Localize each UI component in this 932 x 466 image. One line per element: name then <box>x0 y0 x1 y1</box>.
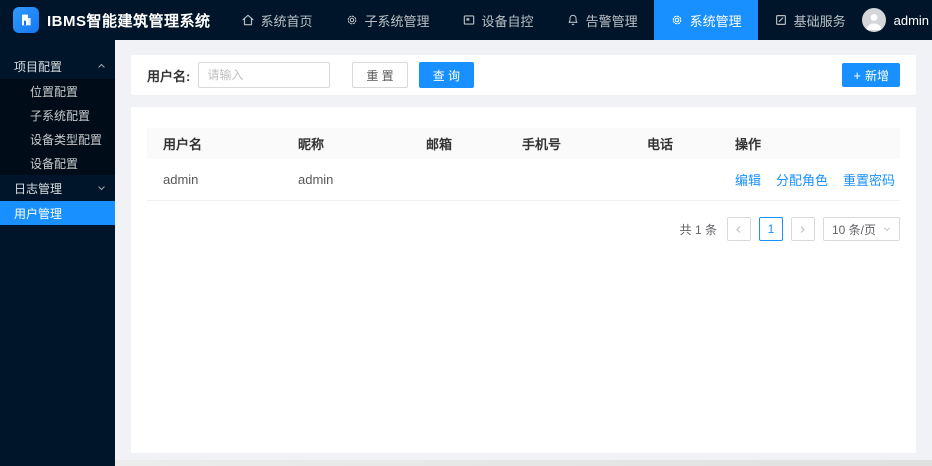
reset-password-link[interactable]: 重置密码 <box>843 170 895 189</box>
user-avatar-icon <box>862 8 886 32</box>
sidebar-item-label: 设备类型配置 <box>30 132 103 147</box>
bell-icon <box>566 13 580 27</box>
control-panel-icon <box>462 13 476 27</box>
cell-username: admin <box>163 172 199 187</box>
nav-item-label: 告警管理 <box>585 13 638 29</box>
username-input[interactable] <box>198 62 331 88</box>
cell-nickname: admin <box>298 172 334 187</box>
column-header-mobile: 手机号 <box>522 137 562 152</box>
sidebar-item-subsystem-config[interactable]: 子系统配置 <box>0 103 115 127</box>
user-menu[interactable]: admin <box>861 8 930 32</box>
nav-item-label: 子系统管理 <box>364 13 430 29</box>
building-icon <box>18 12 34 28</box>
column-header-actions: 操作 <box>735 137 762 152</box>
nav-item-subsystem-management[interactable]: 子系统管理 <box>329 0 446 40</box>
page-size-select[interactable]: 10 条/页 <box>822 217 900 241</box>
reset-button[interactable]: 重 置 <box>352 62 408 88</box>
filter-bar: 用户名: 重 置 查 询 + 新增 <box>131 55 916 95</box>
gear-icon <box>345 13 359 27</box>
app-logo <box>13 7 39 33</box>
chevron-down-icon <box>883 225 891 233</box>
edit-link[interactable]: 编辑 <box>735 170 761 189</box>
sidebar-item-label: 子系统配置 <box>30 108 91 123</box>
sidebar-item-project-config[interactable]: 项目配置 <box>0 53 115 79</box>
sidebar-item-device-type-config[interactable]: 设备类型配置 <box>0 127 115 151</box>
home-icon <box>241 13 255 27</box>
chevron-up-icon <box>97 62 106 71</box>
table-row: admin admin 编辑 分配角色 重置密码 删除 <box>147 159 900 201</box>
chevron-left-icon <box>734 225 743 234</box>
pagination: 共 1 条 1 10 条/页 <box>147 217 900 241</box>
top-navigation-bar: IBMS智能建筑管理系统 系统首页 子系统管理 设备自控 告警管理 系统管理 基… <box>0 0 932 40</box>
sidebar-menu: 项目配置 位置配置 子系统配置 设备类型配置 设备配置 日志管理 用户管理 <box>0 40 115 466</box>
nav-item-label: 系统首页 <box>260 13 313 29</box>
assign-role-link[interactable]: 分配角色 <box>776 170 828 189</box>
app-title: IBMS智能建筑管理系统 <box>47 12 211 30</box>
gear-icon <box>670 13 684 27</box>
plus-icon: + <box>853 67 861 83</box>
nav-item-label: 系统管理 <box>689 13 742 29</box>
pagination-prev-button[interactable] <box>726 217 751 241</box>
username-label: admin <box>893 12 930 28</box>
column-header-username: 用户名 <box>163 137 203 152</box>
nav-item-basic-services[interactable]: 基础服务 <box>758 0 862 40</box>
sidebar-item-device-config[interactable]: 设备配置 <box>0 151 115 175</box>
pagination-next-button[interactable] <box>790 217 815 241</box>
sidebar-item-label: 设备配置 <box>30 156 79 171</box>
cell-actions: 编辑 分配角色 重置密码 删除 <box>719 170 900 189</box>
top-nav-menu: 系统首页 子系统管理 设备自控 告警管理 系统管理 基础服务 <box>225 0 862 40</box>
nav-item-label: 设备自控 <box>481 13 534 29</box>
nav-item-device-autocontrol[interactable]: 设备自控 <box>446 0 550 40</box>
sidebar-item-location-config[interactable]: 位置配置 <box>0 79 115 103</box>
pagination-total: 共 1 条 <box>679 222 717 237</box>
nav-item-system-home[interactable]: 系统首页 <box>225 0 329 40</box>
table-header-row: 用户名 昵称 邮箱 手机号 电话 操作 <box>147 128 900 159</box>
add-user-button[interactable]: + 新增 <box>842 63 900 87</box>
sidebar-item-label: 用户管理 <box>14 206 63 221</box>
user-table-card: 用户名 昵称 邮箱 手机号 电话 操作 admin admin 编辑 分配角色 … <box>131 107 916 453</box>
sidebar-item-label: 位置配置 <box>30 84 79 99</box>
add-button-label: 新增 <box>864 68 889 83</box>
page-size-value: 10 条/页 <box>831 222 876 237</box>
edit-square-icon <box>774 13 788 27</box>
chevron-right-icon <box>798 225 807 234</box>
sidebar-item-label: 项目配置 <box>14 59 63 74</box>
pagination-page-1[interactable]: 1 <box>758 217 783 241</box>
column-header-nickname: 昵称 <box>298 137 325 152</box>
column-header-phone: 电话 <box>647 137 674 152</box>
nav-item-system-management[interactable]: 系统管理 <box>653 0 758 40</box>
search-button[interactable]: 查 询 <box>418 62 475 88</box>
horizontal-scrollbar[interactable] <box>115 460 932 466</box>
avatar <box>861 8 886 32</box>
sidebar-item-log-management[interactable]: 日志管理 <box>0 175 115 201</box>
nav-item-alarm-management[interactable]: 告警管理 <box>550 0 654 40</box>
chevron-down-icon <box>97 184 106 193</box>
sidebar-item-label: 日志管理 <box>14 181 63 196</box>
username-field-label: 用户名: <box>147 68 191 84</box>
main-content: 用户名: 重 置 查 询 + 新增 用户名 昵称 邮箱 手机号 电话 操作 ad… <box>115 40 932 466</box>
column-header-email: 邮箱 <box>426 137 453 152</box>
nav-item-label: 基础服务 <box>793 13 846 29</box>
sidebar-item-user-management[interactable]: 用户管理 <box>0 201 115 225</box>
